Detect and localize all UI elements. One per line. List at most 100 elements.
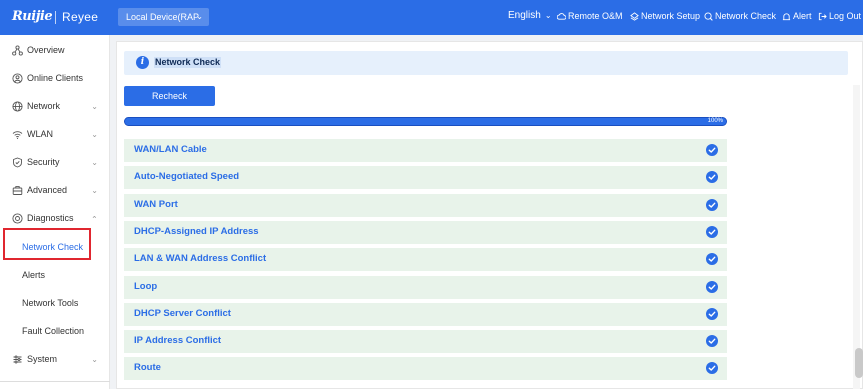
check-passed-icon bbox=[706, 171, 718, 183]
sidebar-item-system[interactable]: System ⌄ bbox=[0, 347, 110, 371]
chevron-down-icon: ⌄ bbox=[91, 157, 98, 167]
logout-icon bbox=[818, 12, 827, 20]
check-row: Loop bbox=[124, 276, 727, 299]
check-label: WAN/LAN Cable bbox=[134, 144, 207, 155]
device-select[interactable]: Local Device(RAP ⌄ bbox=[118, 8, 209, 26]
check-label: IP Address Conflict bbox=[134, 335, 222, 346]
check-passed-icon bbox=[706, 335, 718, 347]
check-label: LAN & WAN Address Conflict bbox=[134, 253, 267, 264]
progress-percent: 100% bbox=[707, 118, 723, 124]
progress-bar: 100% bbox=[124, 117, 727, 126]
clients-icon bbox=[12, 72, 23, 84]
diagnostics-icon bbox=[12, 212, 23, 224]
page-title: Network Check bbox=[154, 57, 222, 68]
sidebar-item-label: WLAN bbox=[27, 129, 54, 139]
chevron-down-icon: ⌄ bbox=[91, 101, 98, 111]
check-label: WAN Port bbox=[134, 199, 178, 210]
chevron-down-icon: ⌄ bbox=[196, 12, 203, 21]
sidebar-item-label: System bbox=[27, 354, 58, 364]
remote-om-link[interactable]: Remote O&M bbox=[557, 11, 623, 21]
sidebar-item-label: Diagnostics bbox=[27, 213, 74, 223]
chevron-down-icon: ⌄ bbox=[544, 11, 552, 20]
scrollbar-thumb[interactable] bbox=[855, 348, 863, 378]
sidebar-item-overview[interactable]: Overview bbox=[0, 38, 110, 62]
sidebar-item-label: Fault Collection bbox=[22, 326, 85, 336]
check-row: IP Address Conflict bbox=[124, 330, 727, 353]
sidebar-divider bbox=[0, 381, 110, 389]
progress-fill bbox=[125, 118, 726, 125]
chevron-down-icon: ⌄ bbox=[91, 354, 98, 364]
advanced-icon bbox=[12, 185, 23, 196]
check-passed-icon bbox=[706, 226, 718, 238]
sidebar-item-diagnostics[interactable]: Diagnostics ⌄ bbox=[0, 206, 110, 230]
network-check-label: Network Check bbox=[715, 11, 777, 21]
chevron-down-icon: ⌄ bbox=[91, 129, 98, 139]
alert-link[interactable]: Alert bbox=[782, 11, 812, 21]
sidebar-item-online-clients[interactable]: Online Clients bbox=[0, 66, 110, 90]
check-passed-icon bbox=[706, 308, 718, 320]
highlight-box bbox=[3, 228, 91, 260]
check-label: Auto-Negotiated Speed bbox=[134, 171, 240, 182]
recheck-button[interactable]: Recheck bbox=[124, 86, 215, 106]
alert-icon bbox=[782, 12, 791, 20]
check-label: Route bbox=[134, 362, 161, 373]
scrollbar-track[interactable] bbox=[853, 85, 860, 389]
info-banner: i Network Check bbox=[124, 51, 848, 75]
sidebar-item-network[interactable]: Network ⌄ bbox=[0, 94, 110, 118]
check-row: LAN & WAN Address Conflict bbox=[124, 248, 727, 271]
logout-label: Log Out bbox=[829, 11, 862, 21]
chevron-up-icon: ⌄ bbox=[91, 213, 98, 223]
language-select[interactable]: English ⌄ bbox=[508, 10, 552, 21]
check-row: DHCP-Assigned IP Address bbox=[124, 221, 727, 244]
check-label: DHCP-Assigned IP Address bbox=[134, 226, 259, 237]
globe-icon bbox=[12, 100, 23, 112]
sidebar-item-label: Security bbox=[27, 157, 60, 167]
alert-label: Alert bbox=[793, 11, 812, 21]
check-passed-icon bbox=[706, 199, 718, 211]
logo-divider bbox=[55, 11, 56, 24]
sidebar-item-label: Overview bbox=[27, 45, 65, 55]
sidebar-item-label: Advanced bbox=[27, 185, 68, 195]
check-passed-icon bbox=[706, 253, 718, 265]
check-row: WAN Port bbox=[124, 194, 727, 217]
info-icon: i bbox=[136, 56, 149, 69]
network-check-link[interactable]: Network Check bbox=[704, 11, 776, 21]
check-label: DHCP Server Conflict bbox=[134, 308, 231, 319]
check-row: DHCP Server Conflict bbox=[124, 303, 727, 326]
sidebar-item-label: Network bbox=[27, 101, 61, 111]
wifi-icon bbox=[12, 129, 23, 140]
chevron-down-icon: ⌄ bbox=[91, 185, 98, 195]
check-passed-icon bbox=[706, 362, 718, 374]
reyee-logo: Reyee bbox=[62, 10, 99, 24]
sidebar-item-label: Online Clients bbox=[27, 73, 84, 83]
sidebar-item-label: Alerts bbox=[22, 270, 46, 280]
sidebar-item-wlan[interactable]: WLAN ⌄ bbox=[0, 122, 110, 146]
check-row: WAN/LAN Cable bbox=[124, 139, 727, 162]
network-setup-icon bbox=[630, 11, 639, 21]
sidebar-item-security[interactable]: Security ⌄ bbox=[0, 150, 110, 174]
network-setup-label: Network Setup bbox=[641, 11, 701, 21]
language-label: English bbox=[508, 10, 541, 21]
shield-icon bbox=[12, 157, 23, 168]
top-header: Ruijie Reyee Local Device(RAP ⌄ English … bbox=[0, 0, 863, 35]
remote-om-label: Remote O&M bbox=[568, 11, 623, 21]
ruijie-logo: Ruijie bbox=[12, 9, 53, 24]
sidebar-subitem-alerts[interactable]: Alerts bbox=[0, 263, 110, 287]
sidebar: Overview Online Clients Network ⌄ WLAN ⌄… bbox=[0, 35, 110, 389]
cloud-icon bbox=[557, 12, 566, 20]
check-row: Route bbox=[124, 357, 727, 380]
overview-icon bbox=[12, 44, 23, 56]
device-select-value: Local Device(RAP bbox=[126, 12, 200, 22]
network-setup-link[interactable]: Network Setup bbox=[630, 11, 700, 21]
check-label: Loop bbox=[134, 281, 158, 292]
check-passed-icon bbox=[706, 281, 718, 293]
check-row: Auto-Negotiated Speed bbox=[124, 166, 727, 189]
sidebar-item-label: Network Tools bbox=[22, 298, 79, 308]
gear-icon bbox=[12, 354, 23, 365]
sidebar-item-advanced[interactable]: Advanced ⌄ bbox=[0, 178, 110, 202]
check-passed-icon bbox=[706, 144, 718, 156]
network-check-icon bbox=[704, 11, 713, 21]
logout-link[interactable]: Log Out bbox=[818, 11, 861, 21]
sidebar-subitem-fault-collection[interactable]: Fault Collection bbox=[0, 319, 110, 343]
sidebar-subitem-network-tools[interactable]: Network Tools bbox=[0, 291, 110, 315]
